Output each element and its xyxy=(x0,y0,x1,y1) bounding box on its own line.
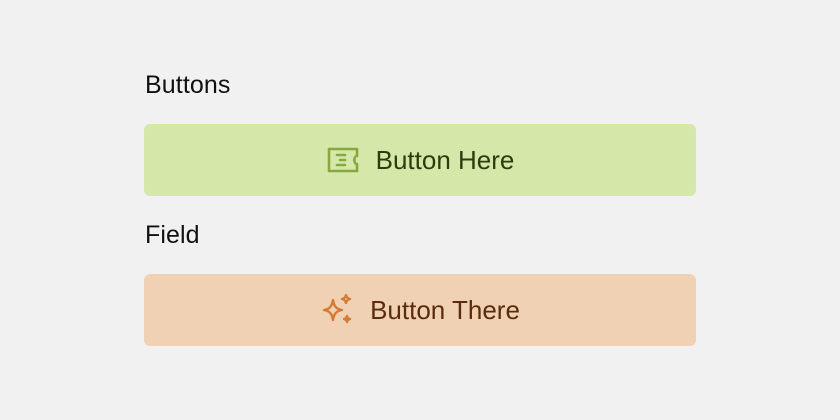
page: Buttons Button Here Field Button There xyxy=(0,0,840,420)
sparkles-icon xyxy=(320,293,354,327)
button-there-button[interactable]: Button There xyxy=(144,274,696,346)
button-here-button[interactable]: Button Here xyxy=(144,124,696,196)
button-here-label: Button Here xyxy=(375,145,515,175)
button-there-label: Button There xyxy=(370,295,520,325)
ticket-icon xyxy=(326,143,360,177)
section-title-field: Field xyxy=(145,221,200,249)
section-title-buttons: Buttons xyxy=(145,71,231,99)
